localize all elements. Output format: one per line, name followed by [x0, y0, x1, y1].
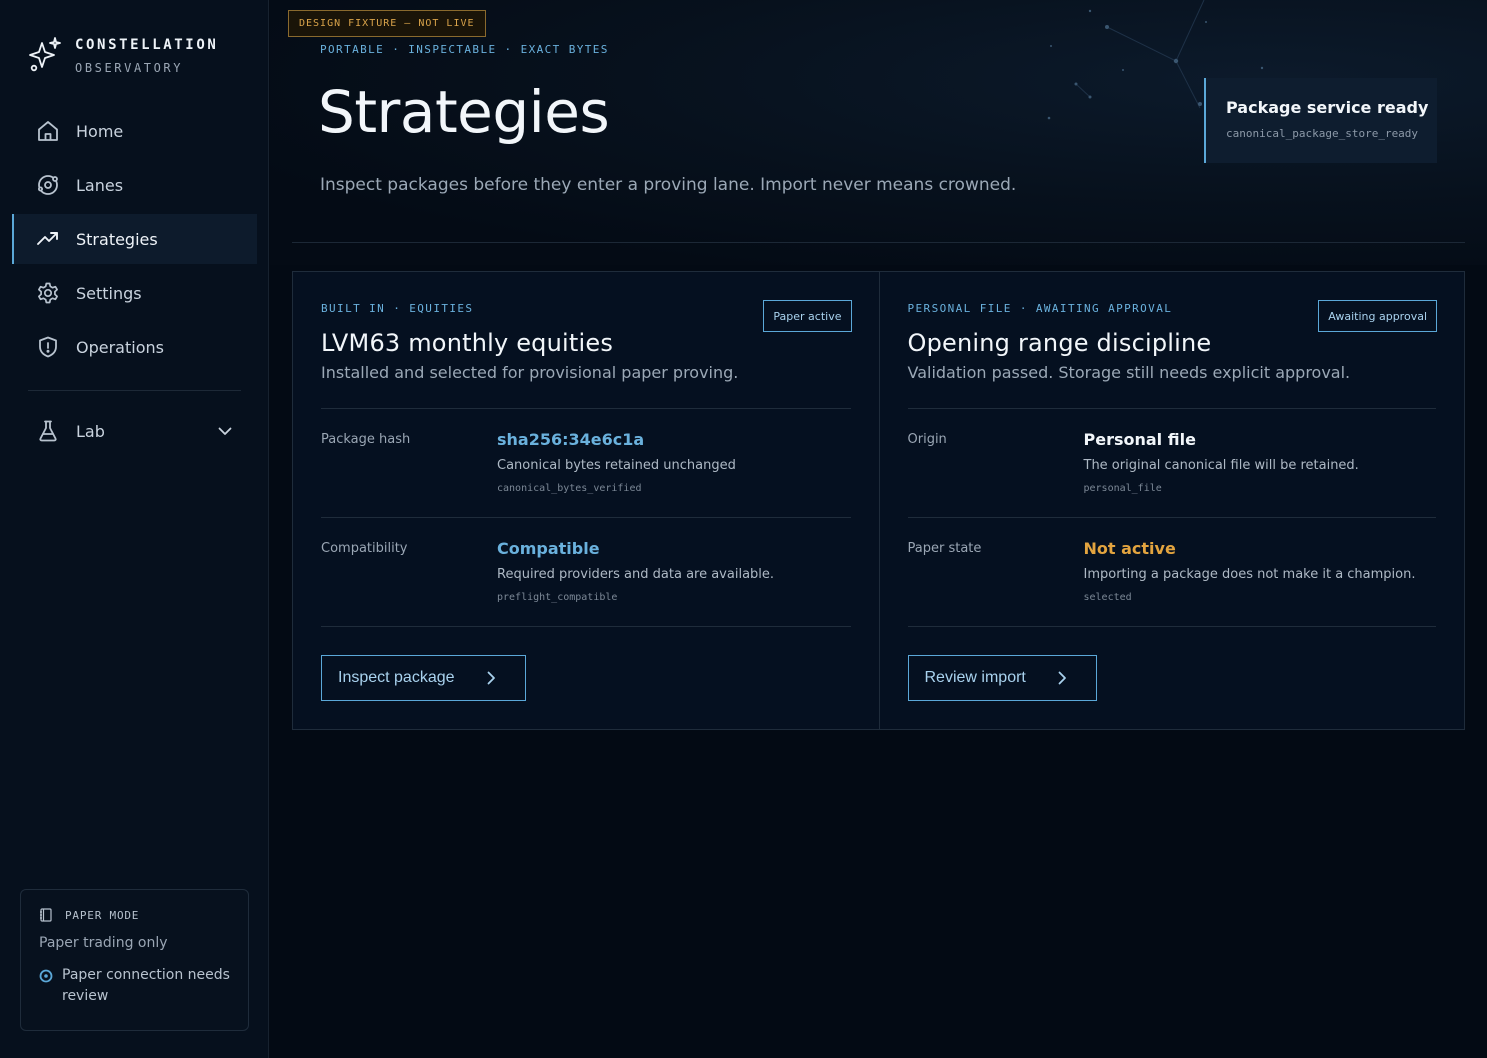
card-description: Validation passed. Storage still needs e…: [907, 363, 1351, 382]
sidebar-item-home[interactable]: Home: [12, 106, 257, 156]
card-details: Origin Personal file The original canoni…: [907, 408, 1436, 627]
chevron-down-icon[interactable]: [217, 423, 233, 439]
card-description: Installed and selected for provisional p…: [321, 363, 739, 382]
detail-row-package-hash: Package hash sha256:34e6c1a Canonical by…: [321, 409, 851, 518]
detail-label: Compatibility: [321, 541, 408, 556]
status-badge: Awaiting approval: [1318, 300, 1437, 332]
main-content: DESIGN FIXTURE — NOT LIVE PORTABLE · INS…: [270, 0, 1487, 1058]
sidebar-item-label: Operations: [76, 337, 164, 357]
page-eyebrow: PORTABLE · INSPECTABLE · EXACT BYTES: [320, 43, 609, 56]
detail-subtext: Canonical bytes retained unchanged: [497, 458, 736, 473]
origin-value: Personal file: [1083, 430, 1196, 449]
paper-mode-panel: PAPER MODE Paper trading only Paper conn…: [20, 889, 249, 1031]
paper-mode-subtitle: Paper trading only: [39, 935, 168, 951]
status-ring-icon: [39, 969, 53, 983]
detail-code: preflight_compatible: [497, 592, 618, 603]
sidebar-nav: Home Lanes Strategies Settings Operation…: [12, 106, 257, 376]
page-description: Inspect packages before they enter a pro…: [320, 175, 1017, 195]
gear-icon: [36, 281, 60, 305]
notebook-icon: [40, 908, 52, 922]
orbit-icon: [36, 173, 60, 197]
detail-row-origin: Origin Personal file The original canoni…: [907, 409, 1436, 518]
brand[interactable]: CONSTELLATION OBSERVATORY: [28, 34, 218, 75]
detail-subtext: Required providers and data are availabl…: [497, 567, 775, 582]
sidebar-item-lab[interactable]: Lab: [12, 406, 257, 456]
detail-label: Origin: [907, 432, 947, 447]
detail-label: Paper state: [907, 541, 982, 556]
brand-subtitle: OBSERVATORY: [75, 61, 184, 75]
sidebar-item-label: Strategies: [76, 229, 158, 249]
inspect-package-button[interactable]: Inspect package: [321, 655, 526, 701]
status-badge: Paper active: [763, 300, 852, 332]
sidebar-item-operations[interactable]: Operations: [12, 322, 257, 372]
sidebar-item-settings[interactable]: Settings: [12, 268, 257, 318]
chevron-right-icon: [1058, 671, 1066, 685]
sidebar-item-label: Home: [76, 121, 124, 141]
paper-mode-title: PAPER MODE: [65, 908, 140, 922]
review-import-button[interactable]: Review import: [907, 655, 1097, 701]
page-title: Strategies: [318, 78, 610, 146]
compatibility-value: Compatible: [497, 539, 600, 558]
detail-code: personal_file: [1083, 483, 1162, 494]
package-service-status: Package service ready canonical_package_…: [1204, 78, 1437, 163]
sidebar-item-label: Lanes: [76, 175, 124, 195]
nav-divider: [28, 390, 241, 391]
service-status-title: Package service ready: [1226, 98, 1429, 117]
sidebar-item-label: Settings: [76, 283, 142, 303]
sidebar: CONSTELLATION OBSERVATORY Home Lanes Str…: [0, 0, 269, 1058]
trend-up-icon: [36, 227, 60, 251]
chevron-right-icon: [487, 671, 495, 685]
detail-row-compatibility: Compatibility Compatible Required provid…: [321, 518, 851, 627]
strategy-cards: BUILT IN · EQUITIES Paper active LVM63 m…: [292, 271, 1465, 730]
home-icon: [36, 119, 60, 143]
detail-row-paper-state: Paper state Not active Importing a packa…: [907, 518, 1436, 627]
button-label: Review import: [924, 669, 1026, 686]
sidebar-item-strategies[interactable]: Strategies: [12, 214, 257, 264]
detail-code: selected: [1083, 592, 1132, 603]
sidebar-item-lanes[interactable]: Lanes: [12, 160, 257, 210]
sidebar-item-label: Lab: [76, 421, 105, 441]
package-hash-value[interactable]: sha256:34e6c1a: [497, 430, 736, 449]
flask-icon: [36, 419, 60, 443]
paper-connection-status[interactable]: Paper connection needs review: [39, 965, 230, 1007]
service-status-code: canonical_package_store_ready: [1226, 127, 1419, 140]
header-divider: [292, 242, 1465, 243]
strategy-card-opening-range: PERSONAL FILE · AWAITING APPROVAL Awaiti…: [878, 272, 1464, 729]
strategy-card-lvm63: BUILT IN · EQUITIES Paper active LVM63 m…: [293, 272, 879, 729]
detail-subtext: Importing a package does not make it a c…: [1083, 567, 1416, 582]
detail-code: canonical_bytes_verified: [497, 483, 642, 494]
paper-state-value: Not active: [1083, 539, 1176, 558]
button-label: Inspect package: [338, 669, 455, 686]
design-fixture-badge: DESIGN FIXTURE — NOT LIVE: [288, 10, 486, 37]
detail-subtext: The original canonical file will be reta…: [1083, 458, 1359, 473]
card-title: Opening range discipline: [907, 329, 1212, 357]
card-title: LVM63 monthly equities: [321, 329, 614, 357]
paper-status-text: Paper connection needs review: [62, 967, 230, 1004]
sparkle-logo-icon: [29, 37, 61, 72]
brand-name: CONSTELLATION: [75, 37, 219, 53]
detail-label: Package hash: [321, 432, 411, 447]
card-details: Package hash sha256:34e6c1a Canonical by…: [321, 408, 851, 627]
shield-icon: [36, 335, 60, 359]
